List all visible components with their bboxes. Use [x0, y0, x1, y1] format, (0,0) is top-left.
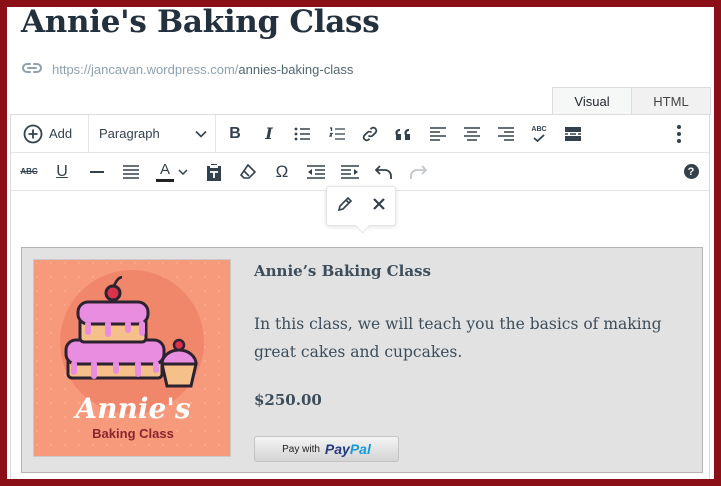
link-icon[interactable] — [360, 119, 380, 149]
permalink[interactable]: https://jancavan.wordpress.com/annies-ba… — [22, 62, 353, 77]
paypal-logo-pay: Pay — [324, 441, 350, 457]
tab-visual[interactable]: Visual — [552, 87, 632, 115]
spellcheck-icon[interactable]: ABC — [528, 119, 550, 149]
add-circle-icon — [23, 124, 43, 144]
text-color-letter: A — [159, 160, 170, 178]
read-more-icon[interactable] — [563, 119, 583, 149]
permalink-url[interactable]: https://jancavan.wordpress.com/annies-ba… — [52, 62, 353, 77]
undo-icon[interactable] — [374, 157, 394, 187]
format-select-value: Paragraph — [99, 126, 160, 141]
help-glyph: ? — [683, 164, 699, 179]
permalink-base: https://jancavan.wordpress.com/ — [52, 62, 239, 77]
align-right-icon[interactable] — [496, 119, 516, 149]
horizontal-line-icon[interactable] — [87, 157, 107, 187]
block-popover — [326, 186, 396, 226]
help-icon[interactable]: ? — [683, 157, 699, 187]
text-color-glyph: A — [156, 162, 174, 182]
italic-icon[interactable]: I — [259, 119, 279, 149]
text-color-icon[interactable]: A — [154, 157, 190, 187]
special-character-icon[interactable]: Ω — [272, 157, 292, 187]
chevron-down-icon — [195, 130, 207, 138]
toolbar-row-1: Add Paragraph B I ABC — [11, 115, 709, 153]
spellcheck-text: ABC — [531, 125, 547, 133]
paypal-button[interactable]: Pay with Pay Pal — [254, 436, 399, 462]
toolbar-divider — [88, 115, 89, 152]
align-left-icon[interactable] — [428, 119, 448, 149]
clear-formatting-icon[interactable] — [238, 157, 258, 187]
strikethrough-icon[interactable]: ABC — [19, 157, 39, 187]
product-name: Annie’s Baking Class — [254, 262, 431, 280]
format-select[interactable]: Paragraph — [99, 119, 207, 149]
numbered-list-icon[interactable] — [327, 119, 347, 149]
more-options-icon[interactable] — [671, 119, 687, 149]
product-block[interactable]: Annie's Baking Class Annie’s Baking Clas… — [21, 247, 703, 473]
redo-icon — [408, 157, 428, 187]
paypal-prefix: Pay with — [282, 443, 320, 455]
post-title[interactable]: Annie's Baking Class — [21, 4, 380, 40]
remove-x-icon[interactable] — [373, 197, 385, 215]
permalink-slug: annies-baking-class — [238, 62, 354, 77]
outdent-icon[interactable] — [306, 157, 326, 187]
blockquote-icon[interactable] — [394, 119, 414, 149]
paste-as-text-icon[interactable] — [204, 157, 224, 187]
product-description: In this class, we will teach you the bas… — [254, 315, 662, 361]
link-icon — [22, 62, 42, 77]
align-center-icon[interactable] — [462, 119, 482, 149]
chevron-down-icon — [178, 168, 188, 175]
bulleted-list-icon[interactable] — [292, 119, 312, 149]
tab-html[interactable]: HTML — [631, 87, 711, 115]
product-price: $250.00 — [254, 391, 322, 409]
underline-icon[interactable]: U — [52, 157, 72, 187]
justify-icon[interactable] — [121, 157, 141, 187]
image-logo-text: Annie's — [75, 392, 191, 425]
paypal-logo-pal: Pal — [349, 441, 371, 457]
product-image: Annie's Baking Class — [33, 259, 231, 457]
indent-icon[interactable] — [340, 157, 360, 187]
editor-tabs: Visual HTML — [552, 87, 711, 115]
add-button[interactable]: Add — [23, 119, 72, 149]
bold-icon[interactable]: B — [225, 119, 245, 149]
image-sub-text: Baking Class — [92, 426, 174, 441]
toolbar-divider — [215, 115, 216, 152]
add-label: Add — [49, 126, 73, 141]
text-color-swatch — [156, 178, 174, 182]
edit-pencil-icon[interactable] — [337, 196, 353, 217]
